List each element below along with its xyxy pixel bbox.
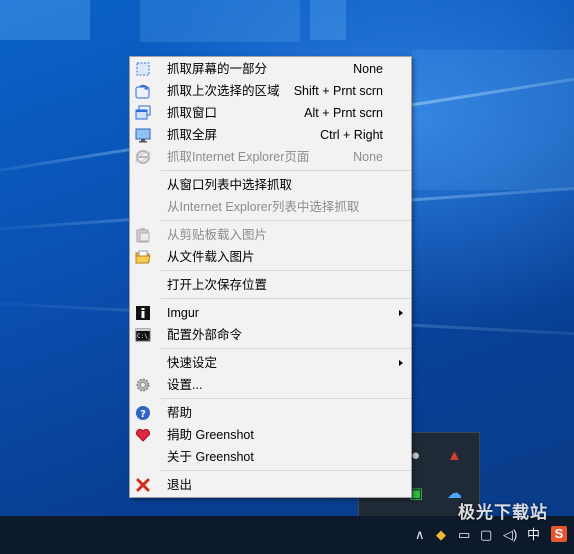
fullscreen-monitor-icon <box>135 127 151 143</box>
menu-item-label: 抓取上次选择的区域 <box>167 84 280 98</box>
svg-text:?: ? <box>140 409 146 420</box>
menu-separator <box>161 298 411 299</box>
last-region-icon <box>135 83 151 99</box>
menu-item-label: 从Internet Explorer列表中选择抓取 <box>167 200 360 214</box>
tray-app-icon[interactable]: ◆ <box>436 527 446 543</box>
menu-item[interactable]: 抓取上次选择的区域 Shift + Prnt scrn <box>130 80 411 102</box>
heart-icon <box>135 427 151 443</box>
menu-item[interactable]: 快速设定 <box>130 352 411 374</box>
device-icon[interactable]: ▭ <box>458 527 470 543</box>
menu-item[interactable]: 打开上次保存位置 <box>130 274 411 296</box>
settings-gear-icon <box>135 377 151 393</box>
tray-app-icon[interactable]: ● <box>411 447 420 465</box>
menu-item-label: 从文件载入图片 <box>167 250 255 264</box>
menu-item[interactable]: 关于 Greenshot <box>130 446 411 468</box>
menu-item[interactable]: 退出 <box>130 474 411 496</box>
menu-separator <box>161 470 411 471</box>
submenu-arrow-icon <box>399 310 403 316</box>
region-select-icon <box>135 61 151 77</box>
help-icon: ? <box>135 405 151 421</box>
menu-item: 从剪贴板载入图片 <box>130 224 411 246</box>
wallpaper-window-pane <box>412 50 574 190</box>
menu-item-label: 捐助 Greenshot <box>167 428 254 442</box>
menu-item-label: 退出 <box>167 478 193 492</box>
sogou-input-icon[interactable]: S <box>551 526 567 542</box>
menu-item-label: 抓取Internet Explorer页面 <box>167 150 310 164</box>
open-folder-icon <box>135 249 151 265</box>
menu-item-shortcut: Alt + Prnt scrn <box>304 106 383 120</box>
menu-item[interactable]: 抓取窗口 Alt + Prnt scrn <box>130 102 411 124</box>
menu-item: 抓取Internet Explorer页面 None <box>130 146 411 168</box>
menu-item-label: 配置外部命令 <box>167 328 243 342</box>
menu-item[interactable]: 捐助 Greenshot <box>130 424 411 446</box>
network-icon[interactable]: ▢ <box>480 527 492 543</box>
svg-text:C:\_: C:\_ <box>137 333 151 340</box>
wallpaper-window-pane <box>310 0 346 40</box>
menu-item[interactable]: Imgur <box>130 302 411 324</box>
window-capture-icon <box>135 105 151 121</box>
wallpaper-window-pane <box>140 0 300 42</box>
menu-item-label: 抓取全屏 <box>167 128 218 142</box>
menu-item-label: 从剪贴板载入图片 <box>167 228 268 242</box>
menu-item[interactable]: 抓取屏幕的一部分 None <box>130 58 411 80</box>
menu-item-label: 抓取屏幕的一部分 <box>167 62 268 76</box>
menu-item[interactable]: 从文件载入图片 <box>130 246 411 268</box>
menu-item-label: 从窗口列表中选择抓取 <box>167 178 293 192</box>
menu-item-label: Imgur <box>167 306 199 320</box>
menu-item-label: 关于 Greenshot <box>167 450 254 464</box>
tray-app-icon[interactable]: ▲ <box>447 447 462 465</box>
command-prompt-icon: C:\_ <box>135 327 151 343</box>
menu-item: 从Internet Explorer列表中选择抓取 <box>130 196 411 218</box>
menu-item-label: 抓取窗口 <box>167 106 218 120</box>
menu-item-label: 打开上次保存位置 <box>167 278 268 292</box>
clipboard-icon <box>135 227 151 243</box>
menu-item-label: 设置... <box>167 378 203 392</box>
show-hidden-icons-chevron-icon[interactable]: ∧ <box>415 527 425 543</box>
menu-separator <box>161 170 411 171</box>
menu-separator <box>161 398 411 399</box>
menu-separator <box>161 270 411 271</box>
menu-item-label: 帮助 <box>167 406 193 420</box>
menu-item[interactable]: 从窗口列表中选择抓取 <box>130 174 411 196</box>
menu-item-shortcut: None <box>353 150 383 164</box>
greenshot-context-menu: 抓取屏幕的一部分 None 抓取上次选择的区域 Shift + Prnt scrn 抓取… <box>129 56 412 498</box>
menu-item-shortcut: Ctrl + Right <box>320 128 383 142</box>
menu-item[interactable]: 设置... <box>130 374 411 396</box>
internet-explorer-icon <box>135 149 151 165</box>
wallpaper-window-pane <box>0 0 90 40</box>
menu-item[interactable]: 抓取全屏 Ctrl + Right <box>130 124 411 146</box>
menu-item[interactable]: ? 帮助 <box>130 402 411 424</box>
menu-item-label: 快速设定 <box>167 356 218 370</box>
watermark-logo: 极光下载站 <box>458 503 548 522</box>
menu-separator <box>161 220 411 221</box>
menu-separator <box>161 348 411 349</box>
input-method-indicator[interactable]: 中 <box>527 527 540 543</box>
menu-item-shortcut: None <box>353 62 383 76</box>
imgur-icon <box>135 305 151 321</box>
exit-x-icon <box>135 477 151 493</box>
menu-item-shortcut: Shift + Prnt scrn <box>293 84 383 98</box>
submenu-arrow-icon <box>399 360 403 366</box>
volume-icon[interactable]: ◁) <box>503 527 517 543</box>
menu-item[interactable]: C:\_ 配置外部命令 <box>130 324 411 346</box>
